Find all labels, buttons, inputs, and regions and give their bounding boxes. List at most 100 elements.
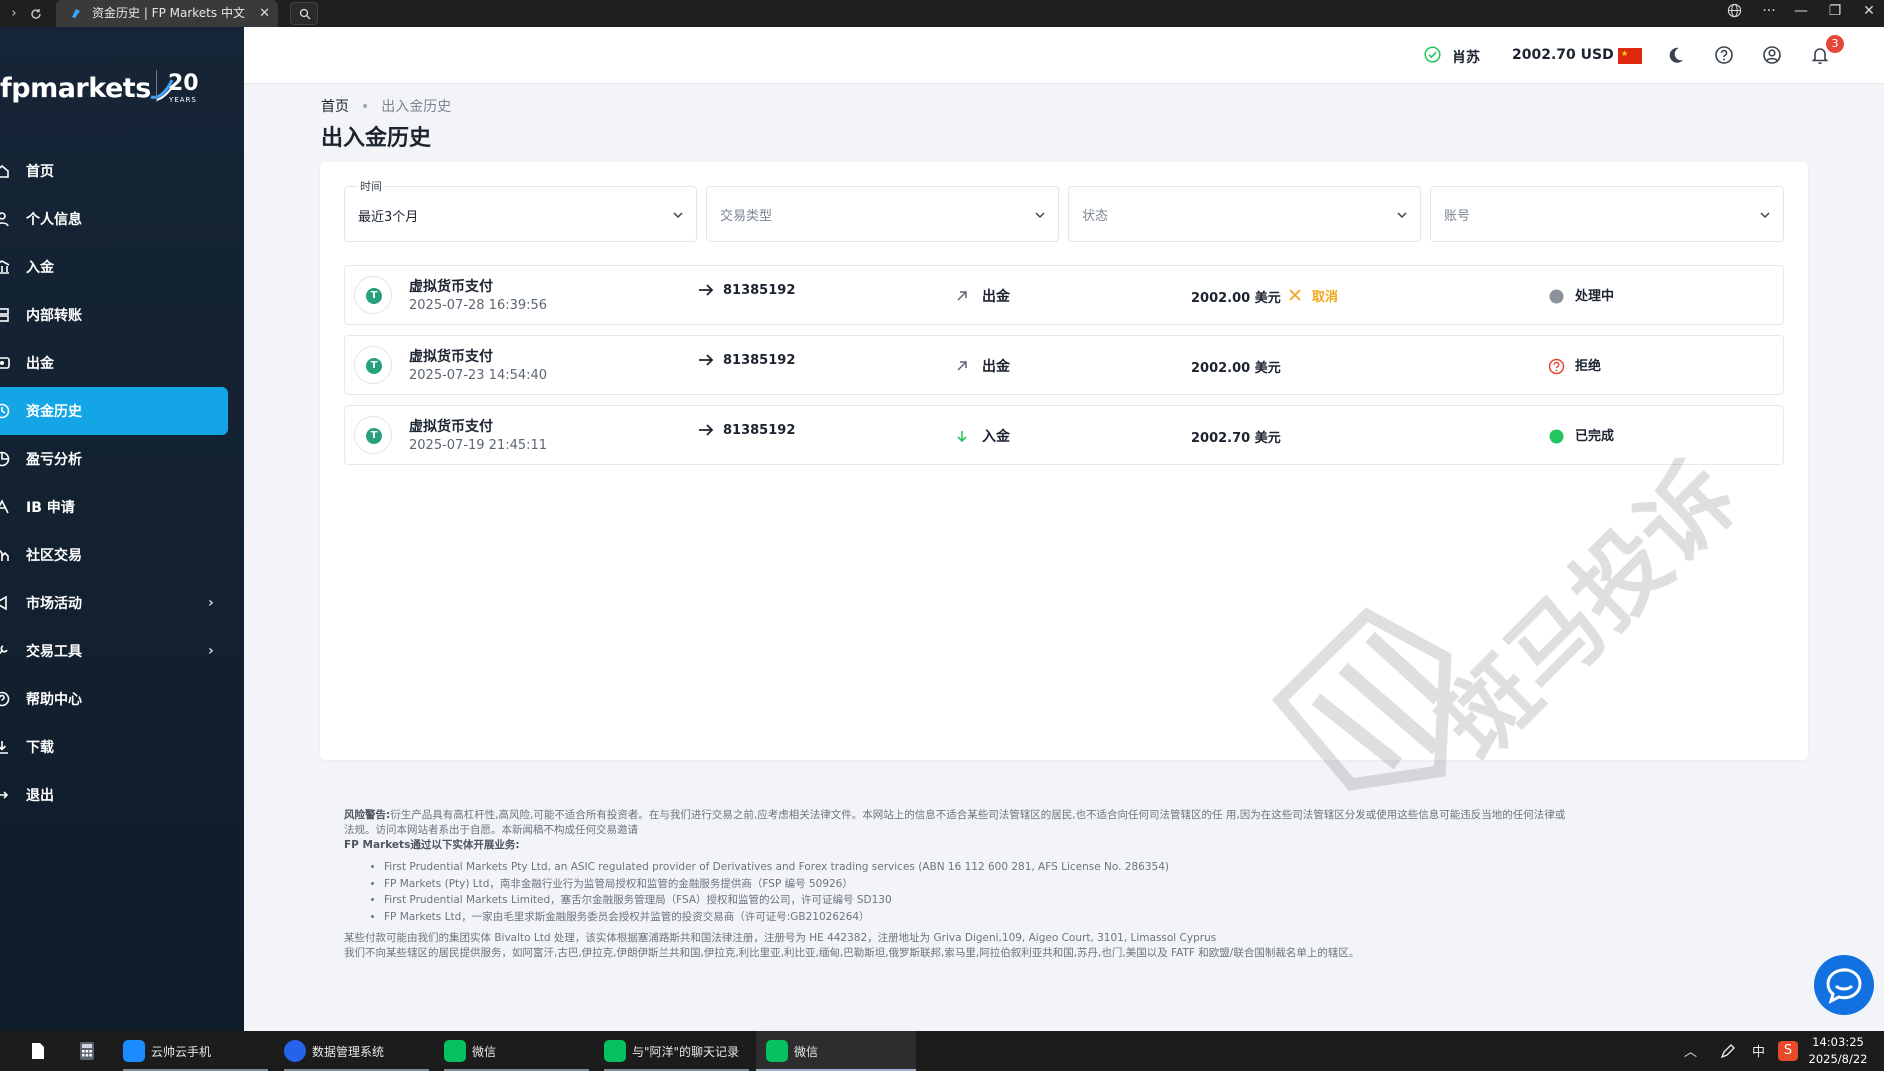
transaction-direction: 出金 [982, 289, 1010, 305]
taskbar-app-active[interactable]: 微信 [756, 1031, 916, 1071]
logo-separator [156, 70, 157, 102]
transaction-time: 2025-07-23 14:54:40 [409, 368, 548, 383]
user-name[interactable]: 肖苏 [1452, 47, 1480, 67]
breadcrumb: 首页 • 出入金历史 [321, 96, 451, 116]
sidebar-item-10[interactable]: 市场活动 › [0, 579, 244, 627]
sogou-ime-icon[interactable]: S [1778, 1041, 1798, 1061]
time-filter-select[interactable]: 时间 最近3个月 [344, 180, 697, 242]
chevron-down-icon [1397, 212, 1407, 219]
breadcrumb-current: 出入金历史 [381, 99, 452, 115]
close-tab-icon[interactable]: ✕ [259, 0, 270, 27]
arrow-right-icon [699, 424, 714, 436]
transaction-status: 拒绝 [1575, 359, 1602, 374]
filter-value: 最近3个月 [358, 210, 419, 225]
calculator-icon[interactable] [77, 1041, 97, 1061]
sidebar-item-11[interactable]: 交易工具 › [0, 627, 244, 675]
chevron-right-icon: › [208, 595, 214, 611]
breadcrumb-home[interactable]: 首页 [321, 99, 349, 115]
filter-placeholder: 状态 [1082, 209, 1109, 224]
sidebar-item-12[interactable]: 帮助中心 [0, 675, 244, 723]
transaction-amount: 2002.70 美元 [1191, 431, 1281, 446]
sidebar-item-label: 入金 [26, 260, 54, 276]
risk-warning-text: 衍生产品具有高杠杆性,高风险,可能不适合所有投资者。在与我们进行交易之前,应考虑… [390, 809, 1223, 821]
system-clock[interactable]: 14:03:25 2025/8/22 [1808, 1034, 1868, 1068]
help-icon[interactable] [1714, 45, 1734, 65]
chat-icon [1826, 968, 1862, 1004]
help-icon [0, 691, 10, 707]
sidebar-item-6[interactable]: 资金历史 [0, 387, 228, 435]
forward-icon[interactable]: › [4, 4, 24, 24]
fpmarkets-logo[interactable]: fpmarkets [0, 73, 174, 107]
transaction-direction: 出金 [982, 359, 1010, 375]
cancel-button[interactable]: 取消 [1312, 286, 1338, 305]
taskbar-app[interactable]: 云帅云手机 [123, 1031, 268, 1071]
dark-mode-icon[interactable] [1666, 45, 1686, 65]
transaction-row[interactable]: T 虚拟货币支付 2025-07-28 16:39:56 81385192 出金… [344, 265, 1784, 325]
taskbar-app-label: 数据管理系统 [312, 1044, 385, 1059]
taskbar-app[interactable]: 数据管理系统 [284, 1031, 429, 1071]
clock-date: 2025/8/22 [1808, 1052, 1868, 1066]
logo-years: YEARS [169, 96, 197, 104]
logo-20: 20 [168, 71, 199, 96]
browser-tab[interactable]: 资金历史 | FP Markets 中文 ✕ [56, 0, 278, 27]
globe-icon[interactable] [1723, 3, 1745, 22]
sidebar-item-3[interactable]: 入金 [0, 243, 244, 291]
entities-list: First Prudential Markets Pty Ltd, an ASI… [384, 859, 1790, 925]
account-icon[interactable] [1762, 45, 1782, 65]
user-icon [0, 212, 9, 227]
bank-icon [0, 260, 10, 274]
sidebar-item-5[interactable]: 出金 [0, 339, 244, 387]
minimize-icon[interactable]: — [1790, 3, 1812, 19]
windows-taskbar: 云帅云手机 数据管理系统 微信 与"阿洋"的聊天记录 微信 ︿ 中 S 14:0… [0, 1031, 1884, 1071]
wechat-chat-icon [604, 1040, 626, 1062]
wechat-icon [766, 1040, 788, 1062]
clock-time: 14:03:25 [1812, 1035, 1864, 1049]
page-title: 出入金历史 [321, 126, 432, 151]
download-icon [0, 741, 8, 754]
sidebar-item-7[interactable]: 盈亏分析 [0, 435, 244, 483]
sidebar-item-4[interactable]: 内部转账 [0, 291, 244, 339]
tab-title: 资金历史 | FP Markets 中文 [92, 6, 245, 20]
live-chat-button[interactable] [1814, 955, 1874, 1015]
sidebar-item-2[interactable]: 个人信息 [0, 195, 244, 243]
window-close-icon[interactable]: ✕ [1858, 3, 1880, 19]
sidebar-item-9[interactable]: 社区交易 [0, 531, 244, 579]
cancel-x-icon[interactable] [1288, 288, 1302, 302]
transaction-type-select[interactable]: 交易类型 [706, 186, 1059, 242]
status-select[interactable]: 状态 [1068, 186, 1421, 242]
tab-search-button[interactable] [290, 2, 318, 25]
home-icon [0, 164, 9, 178]
file-icon[interactable] [28, 1041, 48, 1061]
risk-warning-2: 法规。访问本网站者系出于自愿。本新闻稿不构成任何交易邀请 [344, 824, 638, 836]
taskbar-app[interactable]: 微信 [444, 1031, 589, 1071]
entity-item: FP Markets Ltd，一家由毛里求斯金融服务委员会授权并监管的投资交易商… [384, 909, 1790, 926]
entity-item: First Prudential Markets Pty Ltd, an ASI… [384, 859, 1790, 876]
transaction-status: 已完成 [1575, 429, 1615, 444]
sidebar-item-1[interactable]: 首页 [0, 147, 244, 195]
taskbar-app[interactable]: 与"阿洋"的聊天记录 [604, 1031, 749, 1071]
more-icon[interactable]: ··· [1758, 3, 1780, 19]
logo-text: fpmarkets [0, 73, 151, 104]
top-header: 肖苏 2002.70 USD ★ 3 [244, 27, 1884, 84]
sidebar-item-14[interactable]: 退出 [0, 771, 244, 819]
tray-chevron-icon[interactable]: ︿ [1684, 1041, 1697, 1060]
pen-icon[interactable] [1718, 1041, 1738, 1061]
account-balance: 2002.70 USD [1512, 47, 1614, 63]
restore-icon[interactable]: ❐ [1824, 3, 1846, 19]
sidebar-item-8[interactable]: IB 申请 [0, 483, 244, 531]
verified-icon [1424, 46, 1441, 63]
sidebar-item-label: 退出 [26, 788, 54, 804]
ime-indicator[interactable]: 中 [1752, 1041, 1765, 1060]
account-select[interactable]: 账号 [1430, 186, 1784, 242]
withdraw-icon [0, 357, 10, 369]
reload-icon[interactable] [26, 4, 46, 24]
watermark-text: 斑马投诉 [1421, 450, 1757, 779]
account-number: 81385192 [723, 283, 796, 298]
transaction-row[interactable]: T 虚拟货币支付 2025-07-23 14:54:40 81385192 出金… [344, 335, 1784, 395]
transaction-time: 2025-07-28 16:39:56 [409, 298, 548, 313]
china-flag-icon[interactable]: ★ [1618, 48, 1642, 64]
search-icon [299, 8, 311, 20]
payment-method: 虚拟货币支付 [409, 349, 493, 365]
transaction-direction: 入金 [982, 429, 1010, 445]
sidebar-item-13[interactable]: 下载 [0, 723, 244, 771]
